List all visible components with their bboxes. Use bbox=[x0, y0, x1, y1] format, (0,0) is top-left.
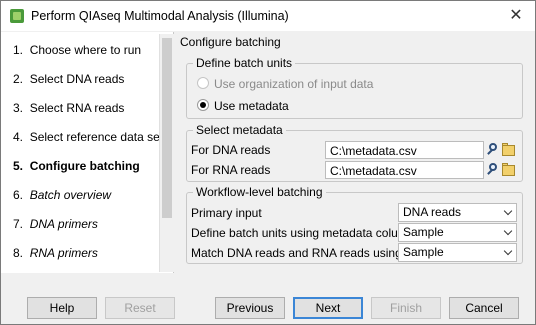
match-reads-select[interactable]: Sample bbox=[398, 243, 517, 262]
step-label: RNA primers bbox=[29, 246, 98, 260]
step-batch-overview[interactable]: 6. Batch overview bbox=[13, 185, 111, 205]
step-configure-batching[interactable]: 5. Configure batching bbox=[13, 156, 140, 176]
step-choose-where-to-run[interactable]: 1. Choose where to run bbox=[13, 40, 141, 60]
radio-label: Use organization of input data bbox=[214, 77, 374, 91]
help-button[interactable]: Help bbox=[27, 297, 97, 319]
step-label: DNA primers bbox=[29, 217, 98, 231]
radio-label: Use metadata bbox=[214, 99, 289, 113]
primary-input-select[interactable]: DNA reads bbox=[398, 203, 517, 222]
window-title: Perform QIAseq Multimodal Analysis (Illu… bbox=[31, 9, 289, 23]
batch-units-legend: Define batch units bbox=[193, 56, 296, 70]
primary-input-value: DNA reads bbox=[403, 205, 462, 219]
radio-button bbox=[197, 77, 209, 89]
step-label: Select RNA reads bbox=[29, 101, 125, 115]
batch-units-group: Define batch units Use organization of i… bbox=[186, 56, 523, 119]
title-bar: Perform QIAseq Multimodal Analysis (Illu… bbox=[1, 1, 535, 31]
next-button[interactable]: Next bbox=[293, 297, 363, 319]
scrollbar-thumb[interactable] bbox=[162, 38, 172, 218]
step-number: 2. bbox=[13, 72, 24, 86]
app-icon bbox=[10, 9, 24, 23]
workflow-batching-group: Workflow-level batching Primary input DN… bbox=[186, 185, 523, 264]
chevron-down-icon bbox=[503, 206, 513, 216]
define-batch-units-select[interactable]: Sample bbox=[398, 223, 517, 242]
match-reads-value: Sample bbox=[403, 245, 444, 259]
step-label: Choose where to run bbox=[29, 43, 142, 57]
define-batch-units-label: Define batch units using metadata column bbox=[191, 226, 415, 240]
finish-button[interactable]: Finish bbox=[371, 297, 441, 319]
cancel-button[interactable]: Cancel bbox=[449, 297, 519, 319]
rna-metadata-field[interactable]: C:\metadata.csv bbox=[325, 161, 484, 179]
step-label: Select DNA reads bbox=[29, 72, 125, 86]
step-rna-primers[interactable]: 8. RNA primers bbox=[13, 243, 98, 263]
rna-metadata-label: For RNA reads bbox=[191, 163, 271, 177]
search-icon[interactable] bbox=[485, 142, 501, 158]
content-title: Configure batching bbox=[180, 35, 281, 49]
steps-panel: 1. Choose where to run 2. Select DNA rea… bbox=[1, 32, 174, 273]
chevron-down-icon bbox=[503, 226, 513, 236]
step-number: 5. bbox=[13, 159, 24, 173]
step-select-reference-data-set[interactable]: 4. Select reference data set bbox=[13, 127, 163, 147]
step-dna-primers[interactable]: 7. DNA primers bbox=[13, 214, 98, 234]
step-number: 7. bbox=[13, 217, 24, 231]
wizard-dialog: Perform QIAseq Multimodal Analysis (Illu… bbox=[0, 0, 536, 325]
step-number: 6. bbox=[13, 188, 24, 202]
dna-metadata-field[interactable]: C:\metadata.csv bbox=[325, 141, 484, 159]
workflow-batching-legend: Workflow-level batching bbox=[193, 185, 326, 199]
folder-icon[interactable] bbox=[501, 162, 517, 178]
step-select-rna-reads[interactable]: 3. Select RNA reads bbox=[13, 98, 124, 118]
folder-icon[interactable] bbox=[501, 142, 517, 158]
close-icon[interactable]: ✕ bbox=[501, 4, 531, 28]
define-batch-units-value: Sample bbox=[403, 225, 444, 239]
step-number: 8. bbox=[13, 246, 24, 260]
step-number: 4. bbox=[13, 130, 24, 144]
search-icon[interactable] bbox=[485, 162, 501, 178]
step-label: Batch overview bbox=[29, 188, 112, 202]
step-label: Configure batching bbox=[29, 159, 140, 173]
step-number: 1. bbox=[13, 43, 24, 57]
steps-scrollbar[interactable] bbox=[159, 34, 174, 272]
previous-button[interactable]: Previous bbox=[215, 297, 285, 319]
radio-button[interactable] bbox=[197, 99, 209, 111]
primary-input-label: Primary input bbox=[191, 206, 262, 220]
match-reads-label: Match DNA reads and RNA reads using bbox=[191, 246, 402, 260]
select-metadata-legend: Select metadata bbox=[193, 123, 286, 137]
step-label: Select reference data set bbox=[29, 130, 164, 144]
select-metadata-group: Select metadata For DNA reads C:\metadat… bbox=[186, 123, 523, 182]
step-number: 3. bbox=[13, 101, 24, 115]
step-select-dna-reads[interactable]: 2. Select DNA reads bbox=[13, 69, 124, 89]
reset-button[interactable]: Reset bbox=[105, 297, 175, 319]
chevron-down-icon bbox=[503, 246, 513, 256]
dna-metadata-label: For DNA reads bbox=[191, 143, 271, 157]
step-content: Configure batching Define batch units Us… bbox=[174, 32, 535, 273]
